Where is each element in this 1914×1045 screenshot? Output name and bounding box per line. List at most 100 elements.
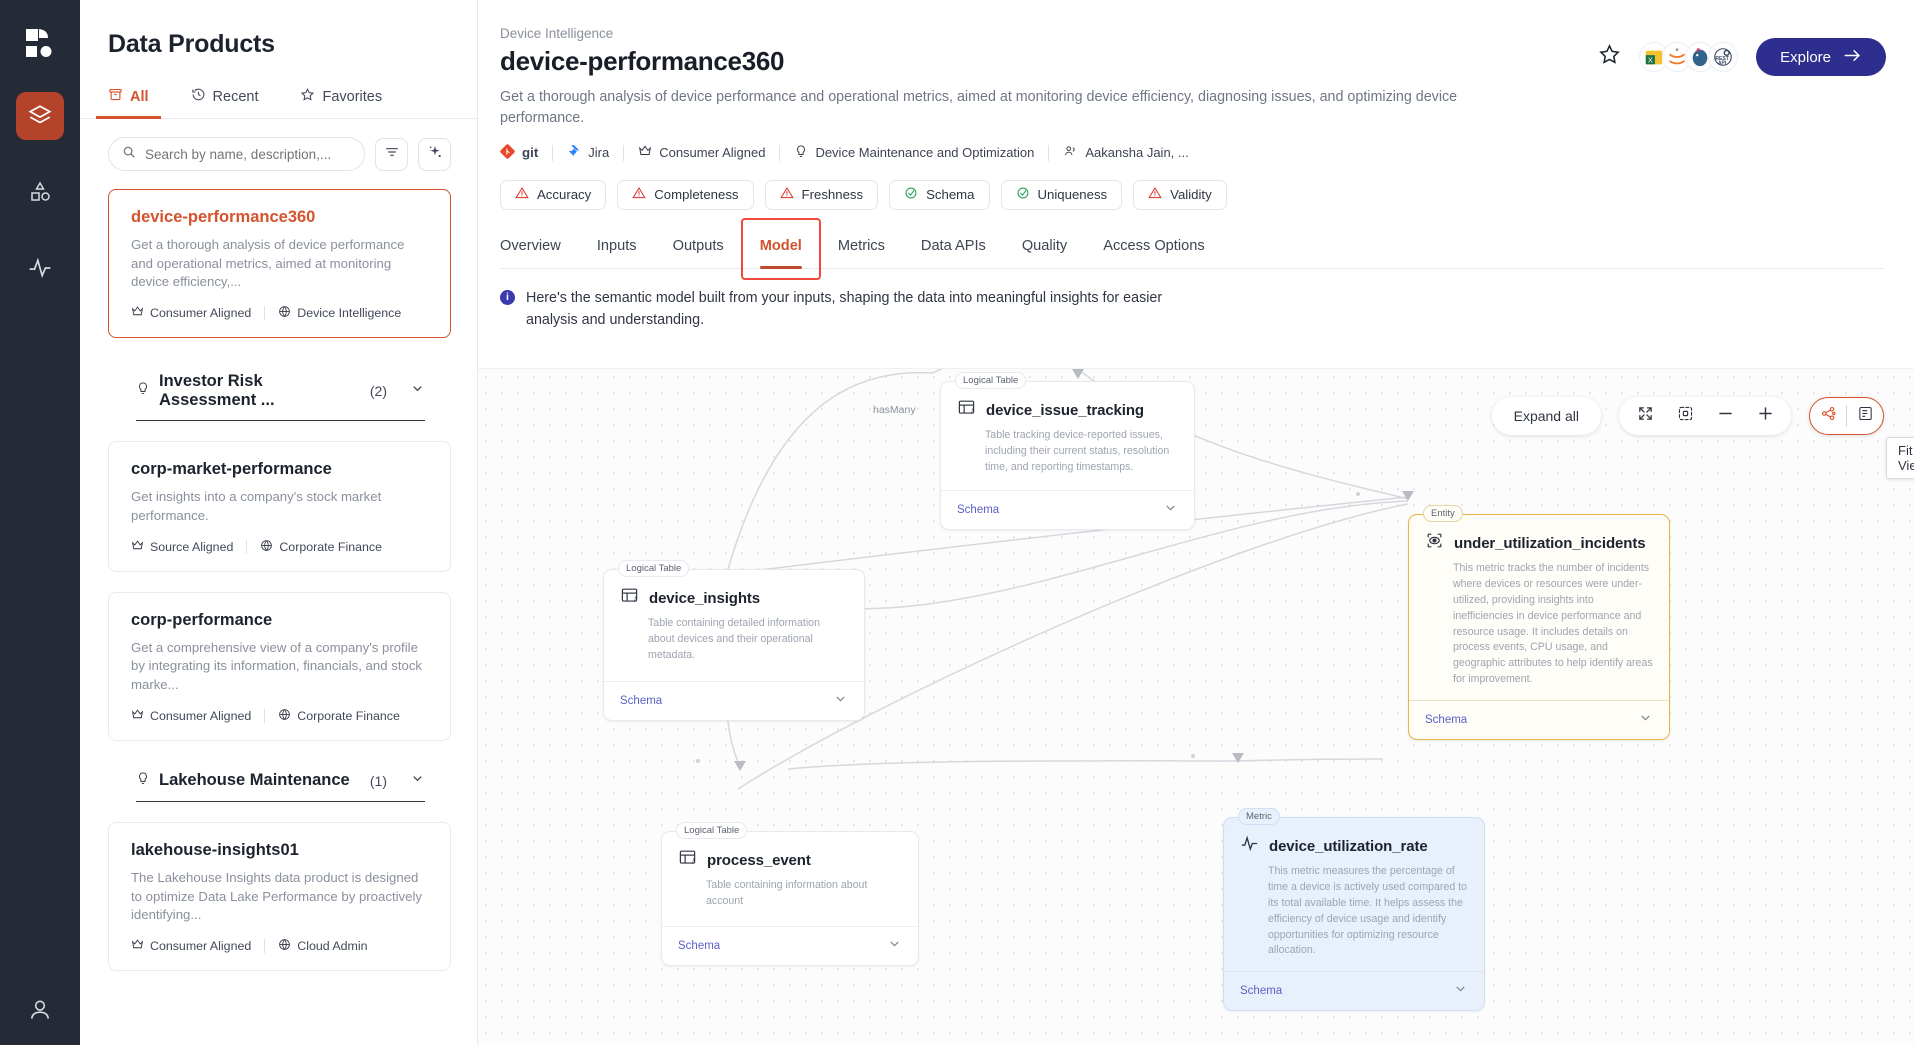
node-schema-toggle[interactable]: Schema <box>1409 700 1669 739</box>
sidebar-item-entities[interactable] <box>16 168 64 216</box>
product-card[interactable]: lakehouse-insights01 The Lakehouse Insig… <box>108 821 451 972</box>
restapi-avatar[interactable]: REST API <box>1708 42 1739 72</box>
status-badge[interactable]: Completeness <box>617 179 754 210</box>
tab-all-label: All <box>130 88 149 105</box>
schema-label: Schema <box>1425 714 1468 727</box>
graph-node-device-insights[interactable]: Logical Table f device_insights Table co… <box>603 560 865 721</box>
tab-overview[interactable]: Overview <box>500 232 561 268</box>
product-card-description: Get a thorough analysis of device perfor… <box>131 237 405 290</box>
ai-assist-button[interactable] <box>418 137 451 171</box>
product-card[interactable]: corp-market-performance Get insights int… <box>108 441 451 572</box>
domain-meta: Corporate Finance <box>278 708 400 724</box>
tab-metrics[interactable]: Metrics <box>838 232 885 268</box>
domain-label: Corporate Finance <box>279 539 382 554</box>
main-content: Device Intelligence device-performance36… <box>478 0 1914 1045</box>
status-badge[interactable]: Freshness <box>764 179 879 210</box>
fit-view-button[interactable] <box>1665 398 1705 434</box>
status-badge[interactable]: Accuracy <box>500 179 607 210</box>
product-card-description: Get insights into a company's stock mark… <box>131 489 382 523</box>
fit-view-tooltip: Fit View <box>1886 437 1914 479</box>
zoom-out-button[interactable] <box>1705 398 1745 434</box>
tab-all[interactable]: All <box>96 81 160 119</box>
product-card-meta: Consumer Aligned Cloud Admin <box>131 938 430 954</box>
alignment-meta: Consumer Aligned <box>131 305 251 321</box>
chevron-down-icon[interactable] <box>410 381 425 401</box>
chevron-down-icon[interactable] <box>833 691 848 711</box>
chevron-down-icon[interactable] <box>1638 710 1653 730</box>
tab-inputs[interactable]: Inputs <box>597 232 637 268</box>
owners-meta[interactable]: Aakansha Jain, ... <box>1063 144 1189 161</box>
graph-view-button[interactable] <box>1810 399 1846 433</box>
meta-divider <box>264 306 266 321</box>
chevron-down-icon[interactable] <box>1163 500 1178 520</box>
group-header[interactable]: Lakehouse Maintenance (1) <box>136 763 425 802</box>
product-card[interactable]: device-performance360 Get a thorough ana… <box>108 189 451 339</box>
tab-quality[interactable]: Quality <box>1022 232 1067 268</box>
tab-recent[interactable]: Recent <box>191 81 258 118</box>
search-input[interactable] <box>145 146 351 162</box>
zoom-controls-pill <box>1619 397 1791 435</box>
graph-node-process-event[interactable]: Logical Table f process_event Table cont… <box>661 822 919 966</box>
status-badge-label: Validity <box>1170 187 1212 203</box>
status-badge[interactable]: Validity <box>1133 179 1227 210</box>
favorite-star-icon[interactable] <box>1598 43 1621 71</box>
tab-access-options[interactable]: Access Options <box>1103 232 1204 268</box>
globe-icon <box>278 938 291 954</box>
jira-meta[interactable]: Jira <box>567 144 609 161</box>
domain-meta: Cloud Admin <box>278 938 368 954</box>
search-input-wrapper[interactable] <box>108 137 365 171</box>
tab-favorites[interactable]: Favorites <box>300 81 382 118</box>
explore-button[interactable]: Explore <box>1756 38 1886 76</box>
node-schema-toggle[interactable]: Schema <box>1224 971 1484 1010</box>
globe-icon <box>278 305 291 321</box>
domain-label: Cloud Admin <box>297 939 368 954</box>
sidebar-item-data-products[interactable] <box>16 92 64 140</box>
sparkle-icon <box>427 144 443 165</box>
content-tabs: Overview Inputs Outputs Model Metrics Da… <box>500 217 1884 280</box>
account-button[interactable] <box>0 997 80 1023</box>
filter-button[interactable] <box>375 137 408 171</box>
domain-meta: Device Intelligence <box>278 305 401 321</box>
app-logo-icon[interactable] <box>18 22 62 66</box>
filter-icon <box>384 144 400 165</box>
node-schema-toggle[interactable]: Schema <box>662 925 918 965</box>
node-description: This metric tracks the number of inciden… <box>1453 562 1653 686</box>
meta-divider <box>552 144 554 161</box>
tab-data-apis[interactable]: Data APIs <box>921 232 986 268</box>
sidebar-item-metrics[interactable] <box>16 244 64 292</box>
product-card-title: corp-market-performance <box>131 460 332 479</box>
meta-divider <box>264 939 266 954</box>
status-badge[interactable]: Uniqueness <box>1000 179 1123 210</box>
zoom-in-button[interactable] <box>1745 398 1785 434</box>
usecase-meta: Device Maintenance and Optimization <box>794 144 1034 162</box>
app-root: Data Products All Recent Favorites Searc… <box>0 0 1914 1045</box>
graph-node-device-utilization-rate[interactable]: Metric device_utilization_rate This metr… <box>1223 808 1485 1012</box>
git-meta[interactable]: git <box>500 144 538 162</box>
fullscreen-button[interactable] <box>1625 398 1665 434</box>
product-card-meta: Consumer Aligned Corporate Finance <box>131 708 430 724</box>
left-nav-rail <box>0 0 80 1045</box>
expand-all-button[interactable]: Expand all <box>1498 408 1595 424</box>
chevron-down-icon[interactable] <box>410 771 425 791</box>
meta-divider <box>623 144 625 161</box>
node-schema-toggle[interactable]: Schema <box>604 680 864 720</box>
git-label: git <box>522 145 539 161</box>
node-schema-toggle[interactable]: Schema <box>941 489 1194 529</box>
star-icon <box>300 87 315 106</box>
status-badge[interactable]: Schema <box>889 179 990 210</box>
graph-node-under-utilization-incidents[interactable]: Entity under_utilization_incidents This … <box>1408 505 1670 741</box>
list-view-button[interactable] <box>1847 399 1883 433</box>
tab-model[interactable]: Model <box>740 217 822 280</box>
semantic-model-canvas[interactable]: hasMany Logical Table f device_issue_tra… <box>478 368 1914 1045</box>
crown-icon <box>638 144 652 161</box>
arrow-right-icon <box>1843 48 1862 67</box>
check-circle-icon <box>1016 186 1030 203</box>
product-card[interactable]: corp-performance Get a comprehensive vie… <box>108 591 451 741</box>
product-card-title: device-performance360 <box>131 208 316 226</box>
info-banner-text: Here's the semantic model built from you… <box>526 289 1163 329</box>
group-header[interactable]: Investor Risk Assessment ... (2) <box>136 364 425 422</box>
graph-node-device-issue-tracking[interactable]: Logical Table f device_issue_tracking Ta… <box>940 372 1195 530</box>
tab-outputs[interactable]: Outputs <box>673 232 724 268</box>
chevron-down-icon[interactable] <box>887 936 902 956</box>
chevron-down-icon[interactable] <box>1453 981 1468 1001</box>
